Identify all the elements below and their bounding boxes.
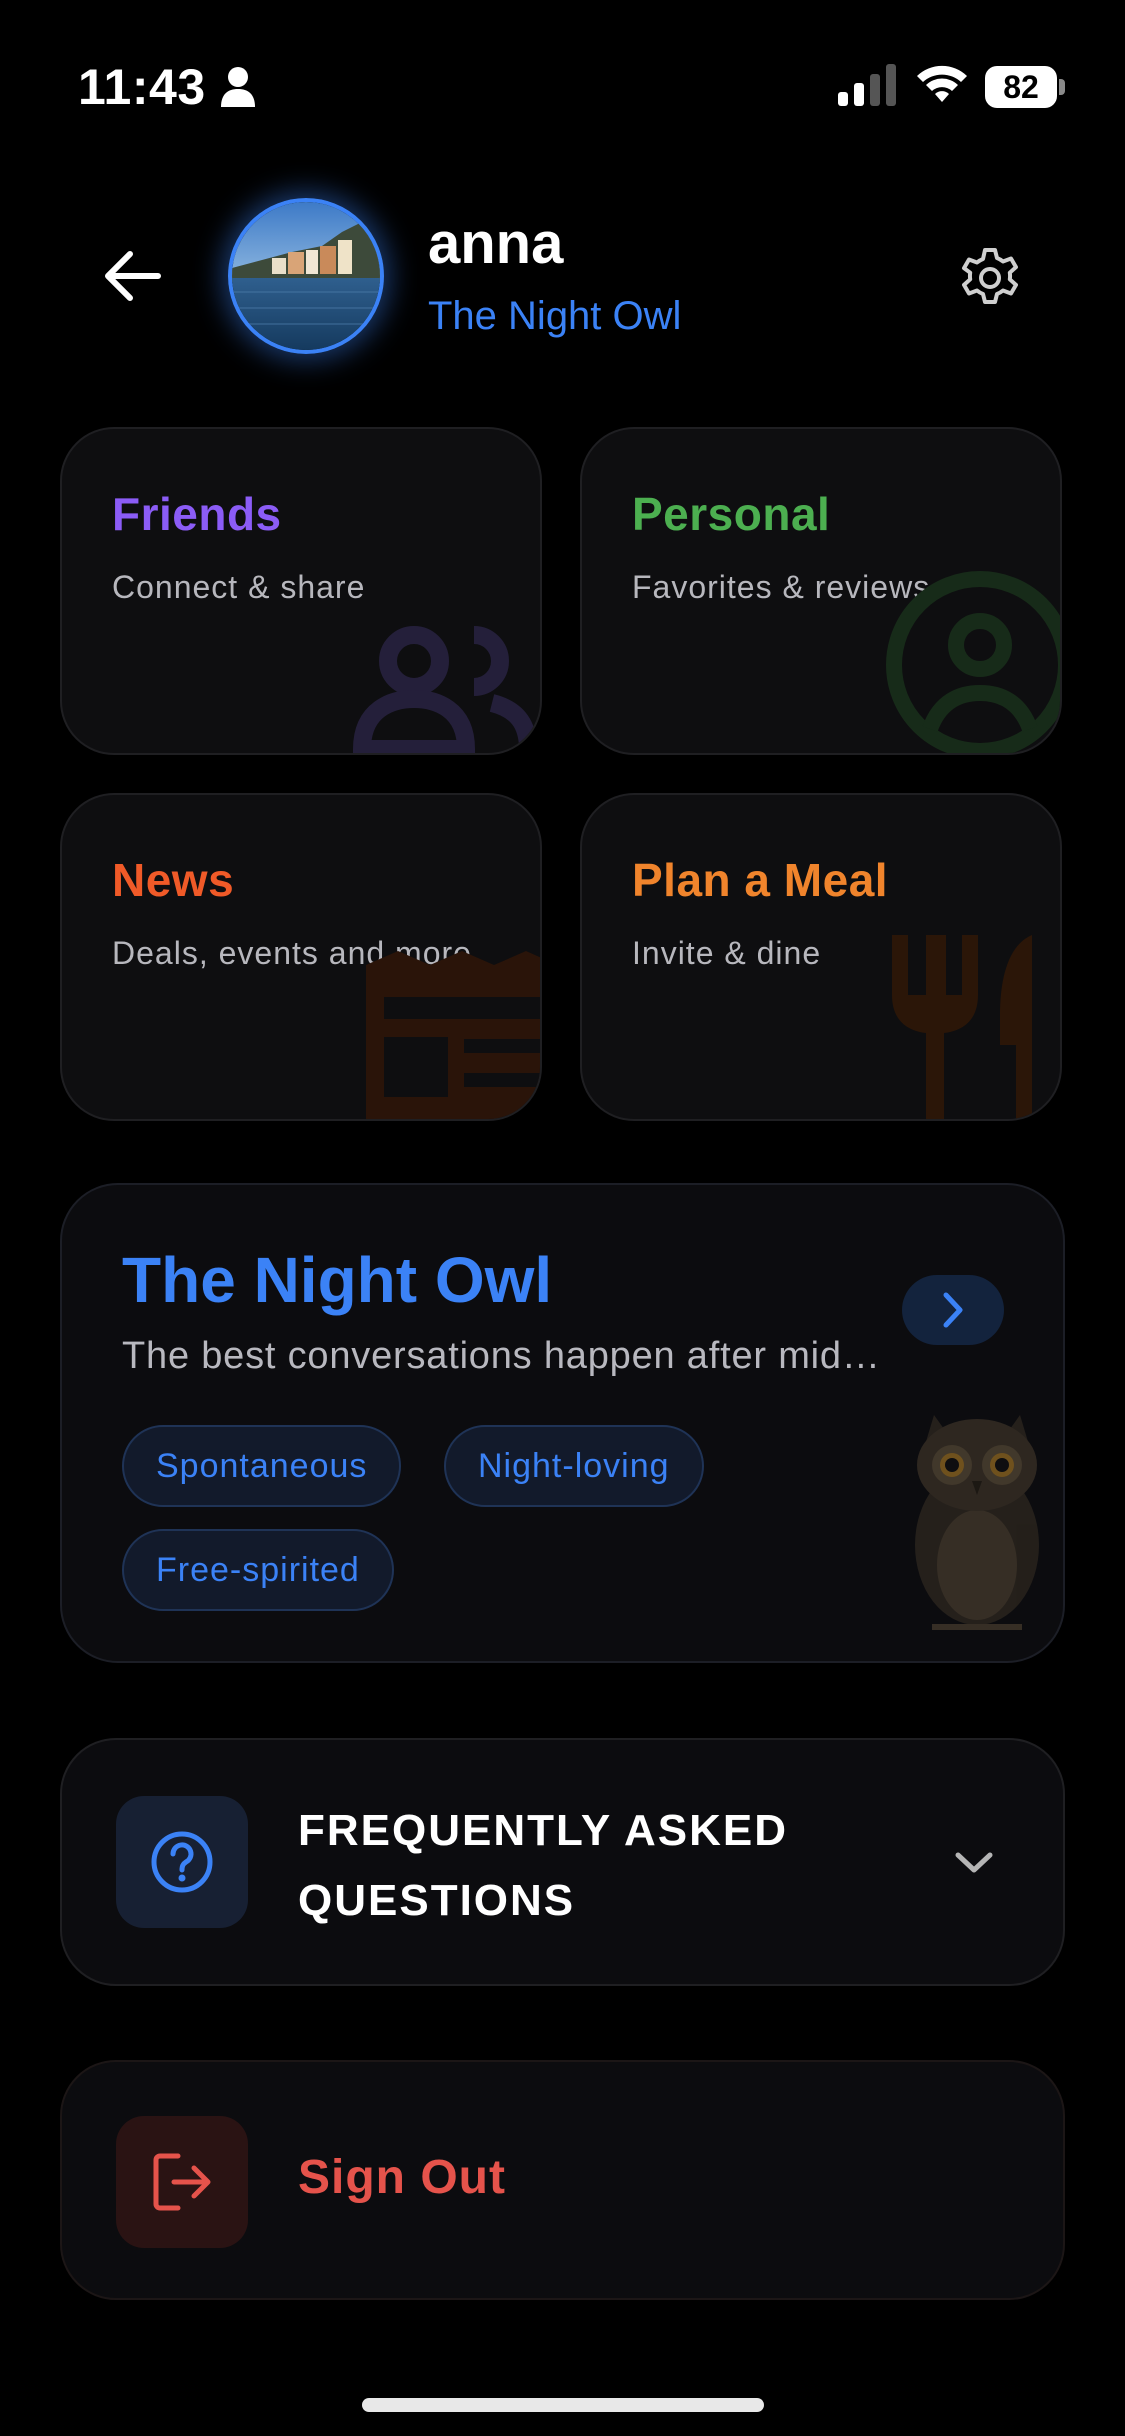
tile-title: News xyxy=(112,854,235,906)
cellular-signal-icon xyxy=(838,64,896,106)
tile-plan-a-meal[interactable]: Plan a Meal Invite & dine xyxy=(580,793,1062,1121)
sign-out-label: Sign Out xyxy=(298,2151,506,2204)
tile-title: Plan a Meal xyxy=(632,854,889,906)
faq-accordion[interactable]: FREQUENTLY ASKED QUESTIONS xyxy=(60,1738,1065,1986)
gear-icon[interactable] xyxy=(958,246,1022,310)
avatar[interactable] xyxy=(228,198,384,354)
persona-title: The Night Owl xyxy=(122,1244,553,1316)
person-icon xyxy=(221,67,255,107)
battery-level: 82 xyxy=(1003,69,1039,105)
tile-news[interactable]: News Deals, events and more xyxy=(60,793,542,1121)
wifi-icon xyxy=(917,65,967,102)
persona-card[interactable]: The Night Owl The best conversations hap… xyxy=(60,1183,1065,1663)
tile-title: Personal xyxy=(632,488,831,540)
question-circle-icon xyxy=(151,1831,213,1893)
avatar-photo xyxy=(232,202,380,350)
user-circle-icon xyxy=(886,571,1060,753)
tile-subtitle: Invite & dine xyxy=(632,935,822,971)
home-indicator[interactable] xyxy=(362,2398,764,2412)
battery-indicator: 82 xyxy=(985,66,1067,108)
tile-subtitle: Connect & share xyxy=(112,569,366,605)
back-arrow-icon[interactable] xyxy=(100,248,164,304)
persona-details-button[interactable] xyxy=(902,1275,1004,1345)
tile-personal[interactable]: Personal Favorites & reviews xyxy=(580,427,1062,755)
persona-tag: Spontaneous xyxy=(122,1425,402,1507)
tile-title: Friends xyxy=(112,488,282,540)
newspaper-icon xyxy=(366,951,540,1119)
owl-illustration xyxy=(915,1415,1039,1630)
persona-description: The best conversations happen after midn… xyxy=(122,1335,882,1377)
chevron-down-icon[interactable] xyxy=(952,1840,996,1884)
chevron-right-icon xyxy=(943,1292,963,1328)
sign-out-button[interactable]: Sign Out xyxy=(60,2060,1065,2300)
persona-tag: Free-spirited xyxy=(122,1529,394,1611)
persona-tag: Night-loving xyxy=(444,1425,704,1507)
status-time: 11:43 xyxy=(78,59,206,115)
faq-icon-container xyxy=(116,1796,248,1928)
tile-friends[interactable]: Friends Connect & share xyxy=(60,427,542,755)
faq-label: FREQUENTLY ASKED QUESTIONS xyxy=(298,1806,789,1925)
sign-out-icon-container xyxy=(116,2116,248,2248)
logout-icon xyxy=(153,2153,211,2211)
user-persona-label[interactable]: The Night Owl xyxy=(428,294,681,339)
friends-icon xyxy=(352,626,537,753)
fork-knife-icon xyxy=(892,935,1032,1119)
user-name: anna xyxy=(428,211,564,276)
